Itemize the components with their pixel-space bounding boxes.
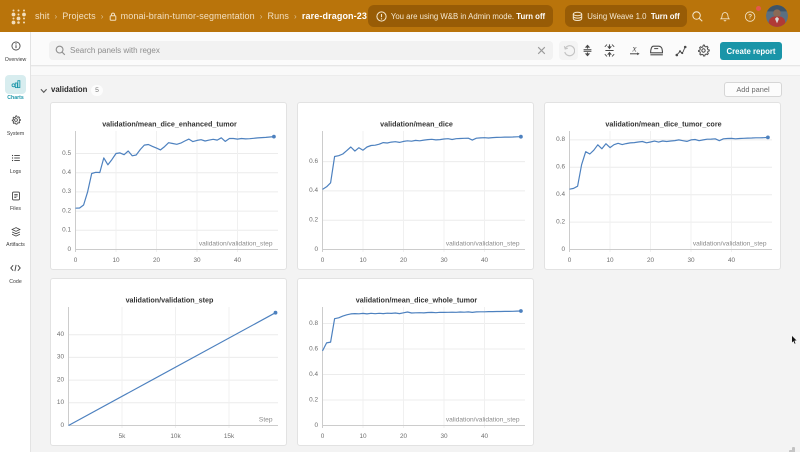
svg-text:40: 40 xyxy=(57,331,65,338)
svg-text:validation/validation_step: validation/validation_step xyxy=(693,241,767,248)
svg-text:0.4: 0.4 xyxy=(309,371,318,378)
svg-text:0.4: 0.4 xyxy=(556,191,565,198)
svg-text:validation/validation_step: validation/validation_step xyxy=(446,241,520,248)
svg-text:20: 20 xyxy=(400,257,408,264)
svg-text:0.5: 0.5 xyxy=(62,150,71,157)
svg-text:40: 40 xyxy=(481,433,489,440)
svg-text:30: 30 xyxy=(440,433,448,440)
svg-text:0.6: 0.6 xyxy=(556,164,565,171)
svg-text:0: 0 xyxy=(314,422,318,429)
svg-text:40: 40 xyxy=(234,257,242,264)
svg-text:0: 0 xyxy=(67,246,71,253)
svg-text:validation/validation_step: validation/validation_step xyxy=(446,417,520,424)
svg-text:0.2: 0.2 xyxy=(309,217,318,224)
svg-text:0.8: 0.8 xyxy=(556,136,565,143)
svg-text:0.2: 0.2 xyxy=(62,207,71,214)
svg-text:0: 0 xyxy=(321,257,325,264)
svg-text:validation/mean_dice_whole_tum: validation/mean_dice_whole_tumor xyxy=(356,296,478,305)
svg-text:5k: 5k xyxy=(119,433,127,440)
svg-text:40: 40 xyxy=(728,257,736,264)
svg-text:0.6: 0.6 xyxy=(309,345,318,352)
svg-text:0: 0 xyxy=(74,257,78,264)
svg-text:0.8: 0.8 xyxy=(309,320,318,327)
svg-text:20: 20 xyxy=(57,376,65,383)
svg-text:20: 20 xyxy=(647,257,655,264)
svg-text:10: 10 xyxy=(112,257,120,264)
svg-text:30: 30 xyxy=(687,257,695,264)
svg-text:0: 0 xyxy=(561,246,565,253)
svg-text:validation/validation_step: validation/validation_step xyxy=(126,296,214,305)
svg-text:0.2: 0.2 xyxy=(556,218,565,225)
svg-text:validation/mean_dice_enhanced_: validation/mean_dice_enhanced_tumor xyxy=(102,120,237,129)
svg-text:20: 20 xyxy=(153,257,161,264)
svg-text:30: 30 xyxy=(193,257,201,264)
svg-text:0: 0 xyxy=(60,422,64,429)
svg-text:15k: 15k xyxy=(224,433,235,440)
svg-text:40: 40 xyxy=(481,257,489,264)
svg-text:validation/mean_dice: validation/mean_dice xyxy=(380,120,453,129)
svg-text:30: 30 xyxy=(57,354,65,361)
svg-text:Step: Step xyxy=(259,417,273,424)
svg-text:?: ? xyxy=(748,14,752,21)
svg-text:validation/mean_dice_tumor_cor: validation/mean_dice_tumor_core xyxy=(605,120,721,129)
svg-text:10: 10 xyxy=(359,257,367,264)
svg-text:20: 20 xyxy=(400,433,408,440)
svg-text:0.6: 0.6 xyxy=(309,158,318,165)
svg-text:10k: 10k xyxy=(170,433,181,440)
svg-text:10: 10 xyxy=(57,399,65,406)
svg-text:0.3: 0.3 xyxy=(62,188,71,195)
svg-text:30: 30 xyxy=(440,257,448,264)
svg-text:0.1: 0.1 xyxy=(62,227,71,234)
svg-text:x: x xyxy=(632,44,637,54)
svg-text:0: 0 xyxy=(568,257,572,264)
svg-text:0.2: 0.2 xyxy=(309,396,318,403)
svg-text:0.4: 0.4 xyxy=(309,187,318,194)
svg-text:0.4: 0.4 xyxy=(62,169,71,176)
svg-text:validation/validation_step: validation/validation_step xyxy=(199,241,273,248)
svg-text:0: 0 xyxy=(321,433,325,440)
svg-text:0: 0 xyxy=(314,246,318,253)
svg-text:10: 10 xyxy=(606,257,614,264)
svg-text:10: 10 xyxy=(359,433,367,440)
